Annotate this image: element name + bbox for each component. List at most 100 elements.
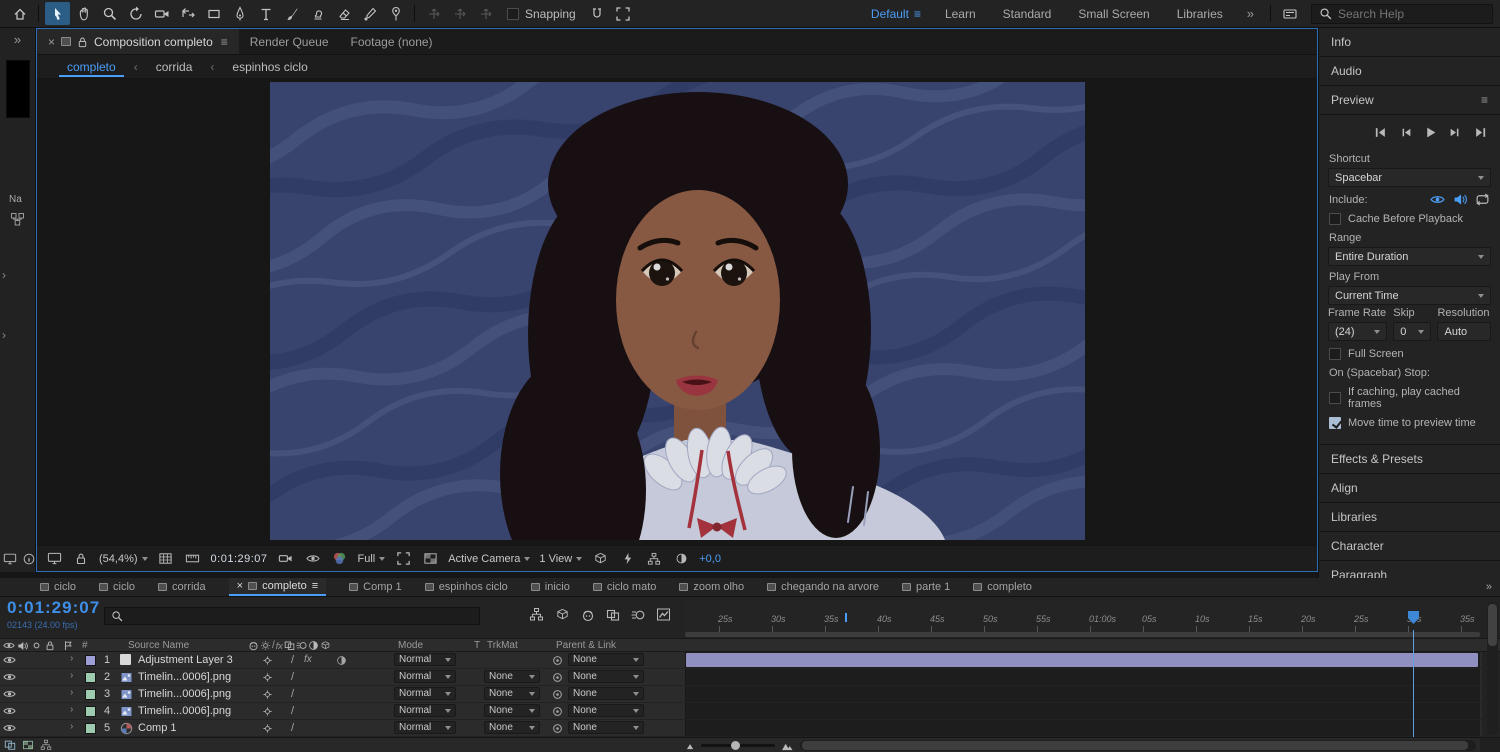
blend-mode-select[interactable]: Normal [394,704,456,717]
layer-expand-chevron[interactable]: › [70,670,73,681]
timeline-tab-parte-1[interactable]: parte 1 [902,578,950,596]
layer-track-4[interactable] [685,703,1480,719]
number-column-header[interactable]: # [82,640,88,651]
graph-editor-icon[interactable] [656,607,671,622]
reset-exposure-icon[interactable] [672,550,690,568]
snap-option-2-icon[interactable] [611,2,636,25]
audio-column-icon[interactable] [17,641,28,651]
eraser-tool[interactable] [331,2,356,25]
if-caching-option[interactable]: If caching, play cached frames [1329,386,1490,410]
toggle-viewer-icon[interactable] [45,550,63,568]
include-overlays-icon[interactable] [1475,193,1490,206]
frame-blend-switch-icon[interactable] [284,640,295,651]
layer-name[interactable]: Timelin...0006].png [138,688,231,700]
quality-switch[interactable]: / [291,671,294,683]
motion-blur-icon[interactable] [631,607,645,622]
clone-stamp-tool[interactable] [305,2,330,25]
move-time-option[interactable]: Move time to preview time [1329,417,1490,429]
layer-name[interactable]: Adjustment Layer 3 [138,654,233,666]
parent-pickwhip-icon[interactable] [552,655,563,666]
snap-option-1-icon[interactable] [585,2,610,25]
layer-row-4[interactable]: › 4 Timelin...0006].png / Normal None No… [0,703,1482,720]
track-matte-select[interactable]: None [484,721,540,734]
shortcut-select[interactable]: Spacebar [1328,168,1491,187]
monitor-icon[interactable] [3,552,17,566]
solo-column-icon[interactable] [31,640,42,651]
workspace-menu-icon[interactable]: ≡ [914,7,921,21]
expand-layer-switches-icon[interactable] [4,739,16,751]
parent-pickwhip-icon[interactable] [552,723,563,734]
breadcrumb-completo[interactable]: completo [59,57,124,77]
frame-blending-icon[interactable] [606,607,620,622]
layer-duration-bar[interactable] [686,653,1478,667]
world-axis-mode-icon[interactable] [447,2,472,25]
panel-header-audio[interactable]: Audio [1319,57,1500,86]
breadcrumb-espinhos-ciclo[interactable]: espinhos ciclo [224,57,315,77]
skip-select[interactable]: 0 [1393,322,1431,341]
snapshot-camera-icon[interactable] [277,550,295,568]
timeline-search-input[interactable] [128,610,458,622]
tab-footage[interactable]: Footage (none) [340,29,444,54]
magnification-select[interactable]: (54,4%) [99,553,148,565]
draft-3d-icon[interactable] [555,607,570,622]
workspace-overflow-icon[interactable]: » [1247,6,1254,21]
play-button[interactable] [1424,126,1437,139]
timeline-search[interactable] [104,607,480,625]
first-frame-button[interactable] [1374,126,1387,139]
label-column-icon[interactable] [63,640,73,651]
layer-label-color[interactable] [85,723,96,734]
next-frame-button[interactable] [1449,126,1462,139]
workspace-standard[interactable]: Standard [1003,7,1052,21]
if-caching-checkbox[interactable] [1329,392,1341,404]
layer-track-2[interactable] [685,669,1480,685]
timeline-tab-ciclo-1[interactable]: ciclo [40,578,76,596]
layer-row-3[interactable]: › 3 Timelin...0006].png / Normal None No… [0,686,1482,703]
panel-header-effects-presets[interactable]: Effects & Presets [1319,445,1500,474]
puppet-pin-tool[interactable] [383,2,408,25]
previous-frame-button[interactable] [1399,126,1412,139]
panel-header-libraries[interactable]: Libraries [1319,503,1500,532]
preview-resolution-select[interactable]: Auto [1437,322,1491,341]
roto-brush-tool[interactable] [357,2,382,25]
shy-switch-icon[interactable] [248,640,259,651]
pan-behind-tool[interactable] [175,2,200,25]
pen-tool[interactable] [227,2,252,25]
parent-pickwhip-icon[interactable] [552,672,563,683]
3d-switch-icon[interactable] [320,640,331,651]
quality-switch[interactable]: / [291,705,294,717]
layer-visibility-toggle[interactable] [3,672,16,682]
help-search[interactable] [1311,4,1493,24]
timeline-tab-completo-active[interactable]: ×completo≡ [229,578,327,596]
timeline-tab-completo-2[interactable]: completo [973,578,1032,596]
panel-header-paragraph[interactable]: Paragraph [1319,561,1500,578]
panel-expand-chevron[interactable]: › [2,328,6,342]
info-icon[interactable] [22,552,36,566]
rotation-tool[interactable] [123,2,148,25]
zoom-tool[interactable] [97,2,122,25]
show-snapshot-icon[interactable] [304,550,322,568]
fx-switch[interactable]: fx [304,654,312,665]
close-icon[interactable]: × [48,35,55,49]
timeline-zoom-slider[interactable] [701,744,775,747]
panel-menu-icon[interactable]: ≡ [221,35,228,49]
timeline-tab-chegando-na-arvore[interactable]: chegando na arvore [767,578,879,596]
flowchart-icon[interactable] [10,212,25,227]
layer-row-1[interactable]: › 1 Adjustment Layer 3 / fx Normal None [0,652,1482,669]
quality-switch[interactable]: / [291,688,294,700]
workspace-libraries[interactable]: Libraries [1177,7,1223,21]
panel-header-info[interactable]: Info [1319,28,1500,57]
track-matte-select[interactable]: None [484,670,540,683]
view-axis-mode-icon[interactable] [473,2,498,25]
brush-tool[interactable] [279,2,304,25]
zoom-out-mountain-icon[interactable] [686,741,695,750]
layer-visibility-toggle[interactable] [3,689,16,699]
timeline-horizontal-scrollbar[interactable] [800,740,1476,751]
hand-tool[interactable] [71,2,96,25]
zoom-slider-handle[interactable] [731,741,740,750]
layer-track-1[interactable] [685,652,1480,668]
panel-header-align[interactable]: Align [1319,474,1500,503]
keyboard-shortcuts-icon[interactable] [1277,2,1302,25]
layer-track-5[interactable] [685,720,1480,736]
range-select[interactable]: Entire Duration [1328,247,1491,266]
mini-flowchart-icon[interactable] [645,550,663,568]
